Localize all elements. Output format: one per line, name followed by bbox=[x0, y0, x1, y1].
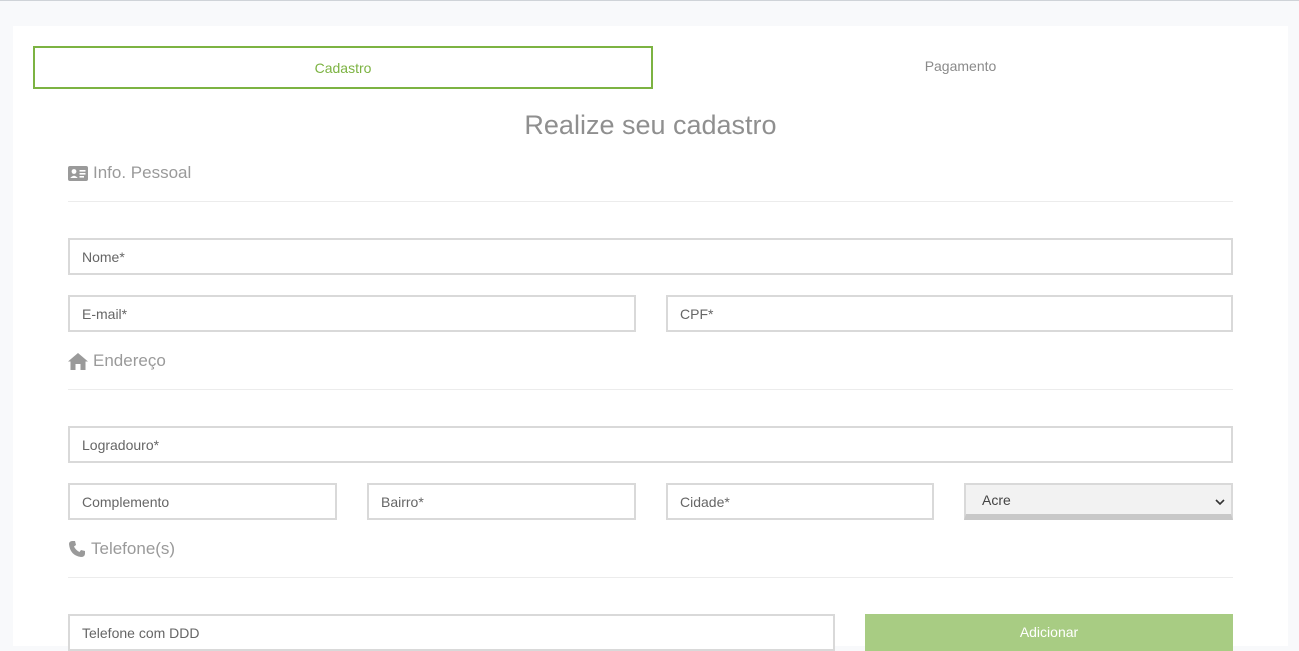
logradouro-input[interactable] bbox=[68, 426, 1233, 463]
section-personal-header: Info. Pessoal bbox=[68, 163, 1233, 183]
estado-select[interactable]: Acre bbox=[964, 483, 1233, 520]
nome-input[interactable] bbox=[68, 238, 1233, 275]
section-address-title: Endereço bbox=[93, 351, 166, 370]
email-input[interactable] bbox=[68, 295, 636, 332]
home-icon bbox=[68, 352, 88, 370]
phone-icon bbox=[68, 540, 86, 558]
chevron-down-icon bbox=[1215, 494, 1225, 510]
registration-panel: Cadastro Pagamento Realize seu cadastro … bbox=[13, 26, 1288, 651]
cpf-input[interactable] bbox=[666, 295, 1233, 332]
step-tabs: Cadastro Pagamento bbox=[33, 46, 1268, 89]
add-phone-button[interactable]: Adicionar bbox=[865, 614, 1233, 651]
telefone-input[interactable] bbox=[68, 614, 835, 651]
cidade-input[interactable] bbox=[666, 483, 934, 520]
section-phone-header: Telefone(s) bbox=[68, 539, 1233, 559]
section-personal-title: Info. Pessoal bbox=[93, 163, 192, 182]
estado-select-value: Acre bbox=[982, 491, 1011, 508]
page-title: Realize seu cadastro bbox=[524, 110, 777, 140]
section-address-header: Endereço bbox=[68, 351, 1233, 371]
section-phone-title: Telefone(s) bbox=[91, 539, 176, 558]
id-card-icon bbox=[68, 165, 88, 181]
divider bbox=[68, 389, 1233, 390]
tab-pagamento[interactable]: Pagamento bbox=[653, 46, 1268, 89]
divider bbox=[68, 201, 1233, 202]
tab-cadastro[interactable]: Cadastro bbox=[33, 46, 653, 89]
complemento-input[interactable] bbox=[68, 483, 337, 520]
bairro-input[interactable] bbox=[367, 483, 636, 520]
divider bbox=[68, 577, 1233, 578]
